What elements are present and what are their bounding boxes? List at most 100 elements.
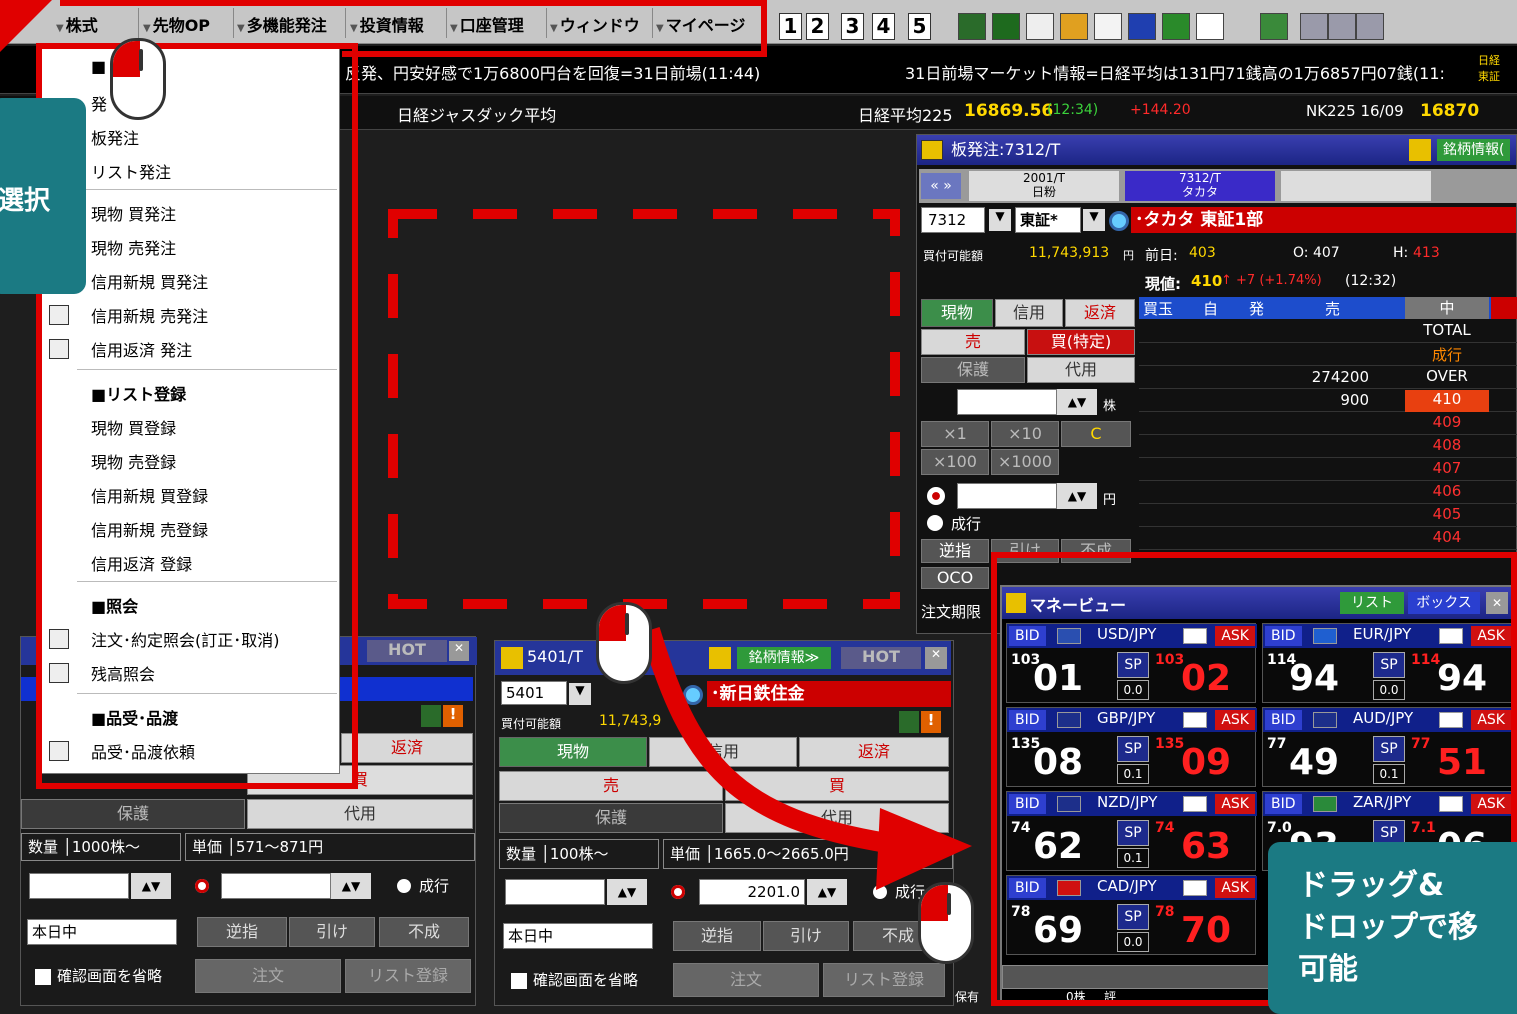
book-row[interactable]: 409 bbox=[1139, 413, 1517, 435]
order1-skip-checkbox[interactable] bbox=[35, 969, 51, 985]
order1-chart-icon[interactable] bbox=[421, 705, 441, 727]
order2-code-input[interactable]: 5401 bbox=[501, 681, 567, 705]
code-dropdown-icon[interactable]: ▼ bbox=[989, 209, 1011, 231]
order2-close-icon[interactable]: ✕ bbox=[925, 647, 947, 669]
oco-button[interactable]: OCO bbox=[921, 567, 989, 589]
order2-sell-button[interactable]: 売 bbox=[499, 771, 723, 801]
menu-multi-order[interactable]: ▼ 多機能発注 bbox=[237, 12, 327, 36]
menu-mypage[interactable]: ▼ マイページ bbox=[656, 12, 745, 36]
quantity-input[interactable] bbox=[957, 389, 1057, 415]
screen-5-button[interactable]: 5 bbox=[908, 13, 931, 40]
menu-item[interactable]: 現物 売登録 bbox=[91, 449, 176, 473]
sell-button[interactable]: 売 bbox=[921, 329, 1025, 355]
limit-radio[interactable] bbox=[927, 487, 945, 505]
menu-item[interactable]: 現物 買登録 bbox=[91, 415, 176, 439]
order2-hot-button[interactable]: HOT bbox=[841, 647, 921, 669]
window-icon[interactable] bbox=[1128, 13, 1156, 40]
menu-item[interactable]: 信用新規 売登録 bbox=[91, 517, 208, 541]
price-input[interactable] bbox=[957, 483, 1057, 509]
line2-icon[interactable] bbox=[1356, 13, 1384, 40]
tab-7312[interactable]: 7312/T タカタ bbox=[1125, 171, 1275, 201]
order2-skip-checkbox[interactable] bbox=[511, 973, 527, 989]
order2-search-icon[interactable] bbox=[683, 685, 703, 705]
book-row[interactable]: 成行 bbox=[1139, 344, 1517, 366]
menu-item[interactable]: 残高照会 bbox=[91, 661, 155, 685]
order1-market-radio[interactable] bbox=[397, 879, 411, 893]
menu-item[interactable]: 板発注 bbox=[91, 125, 139, 149]
line-icon[interactable] bbox=[1328, 13, 1356, 40]
order1-stop-button[interactable]: 逆指 bbox=[197, 917, 287, 947]
menu-investment-info[interactable]: ▼ 投資情報 bbox=[350, 12, 424, 36]
order2-price-stepper[interactable]: ▲▼ bbox=[807, 879, 847, 905]
menu-item[interactable]: 信用新規 買登録 bbox=[91, 483, 208, 507]
tab-genbutsu[interactable]: 現物 bbox=[921, 299, 993, 327]
fx-tile[interactable]: BID NZD/JPY ASK 74 62 SP 0.1 74 63 bbox=[1006, 791, 1257, 871]
tab-scroll-icon[interactable]: « » bbox=[921, 173, 961, 199]
menu-item[interactable]: 信用新規 買発注 bbox=[91, 269, 208, 293]
price-stepper[interactable]: ▲▼ bbox=[1057, 483, 1097, 509]
order1-fusei-button[interactable]: 不成 bbox=[379, 917, 469, 947]
screen-3-button[interactable]: 3 bbox=[841, 13, 864, 40]
print-icon[interactable] bbox=[1094, 13, 1122, 40]
daiyo-button[interactable]: 代用 bbox=[1027, 357, 1135, 383]
screen-4-button[interactable]: 4 bbox=[872, 13, 895, 40]
order1-qty-input[interactable] bbox=[29, 873, 129, 899]
order1-limit-radio[interactable] bbox=[195, 879, 209, 893]
book-row[interactable]: 408 bbox=[1139, 436, 1517, 458]
money-list-button[interactable]: リスト bbox=[1340, 592, 1404, 614]
screen-2-button[interactable]: 2 bbox=[806, 13, 829, 40]
info-icon[interactable] bbox=[1026, 13, 1054, 40]
order1-alert-icon[interactable]: ! bbox=[443, 705, 463, 727]
order2-daiyo-button[interactable]: 代用 bbox=[725, 803, 949, 833]
order2-submit-button[interactable]: 注文 bbox=[673, 963, 819, 997]
qty-x1000-button[interactable]: ×1000 bbox=[991, 449, 1059, 475]
hikike-button[interactable]: 引け bbox=[991, 539, 1059, 563]
fx-ask-big[interactable]: 51 bbox=[1437, 742, 1487, 783]
fx-bid-big[interactable]: 01 bbox=[1033, 658, 1083, 699]
money-title-bar[interactable]: マネービュー リスト ボックス ✕ bbox=[1002, 587, 1513, 619]
order2-price-input[interactable]: 2201.0 bbox=[699, 879, 805, 905]
order2-title-bar[interactable]: 5401/T 銘柄情報≫ HOT ✕ bbox=[495, 641, 951, 675]
fx-bid-big[interactable]: 94 bbox=[1289, 658, 1339, 699]
market-radio[interactable] bbox=[927, 515, 943, 531]
qty-x1-button[interactable]: ×1 bbox=[921, 421, 989, 447]
menu-window[interactable]: ▼ ウィンドウ bbox=[550, 12, 640, 36]
buy-tokutei-button[interactable]: 買(特定) bbox=[1027, 329, 1135, 355]
stock-code-input[interactable]: 7312 bbox=[921, 207, 985, 233]
order2-limit-radio[interactable] bbox=[671, 885, 685, 899]
order2-tab-hensai[interactable]: 返済 bbox=[799, 737, 949, 767]
menu-sakimono[interactable]: ▼ 先物OP bbox=[143, 12, 210, 36]
order2-expiry-select[interactable]: 本日中 bbox=[503, 923, 653, 949]
order1-hogo-button[interactable]: 保護 bbox=[21, 799, 245, 829]
menu-kabushiki[interactable]: ▼ 株式 bbox=[56, 12, 98, 36]
fx-bid-big[interactable]: 62 bbox=[1033, 826, 1083, 867]
font-icon[interactable] bbox=[1196, 13, 1224, 40]
order1-qty-stepper[interactable]: ▲▼ bbox=[131, 873, 171, 899]
fx-ask-big[interactable]: 09 bbox=[1181, 742, 1231, 783]
tab-shinyo[interactable]: 信用 bbox=[995, 299, 1063, 327]
order2-chart-icon[interactable] bbox=[899, 711, 919, 733]
book-row[interactable]: 406 bbox=[1139, 482, 1517, 504]
fx-bid-big[interactable]: 49 bbox=[1289, 742, 1339, 783]
book-row[interactable]: 407 bbox=[1139, 459, 1517, 481]
order2-stop-button[interactable]: 逆指 bbox=[673, 921, 761, 951]
fx-tile[interactable]: BID USD/JPY ASK 103 01 SP 0.0 103 02 bbox=[1006, 623, 1257, 703]
order1-price-input[interactable] bbox=[221, 873, 331, 899]
fx-ask-big[interactable]: 02 bbox=[1181, 658, 1231, 699]
book-row[interactable]: 900 410 bbox=[1139, 390, 1517, 412]
fx-bid-big[interactable]: 69 bbox=[1033, 910, 1083, 951]
qty-x10-button[interactable]: ×10 bbox=[991, 421, 1059, 447]
fx-tile[interactable]: BID GBP/JPY ASK 135 08 SP 0.1 135 09 bbox=[1006, 707, 1257, 787]
order1-close-icon[interactable]: ✕ bbox=[449, 641, 469, 661]
tab-hensai[interactable]: 返済 bbox=[1065, 299, 1135, 327]
qty-clear-button[interactable]: C bbox=[1061, 421, 1131, 447]
tab-empty[interactable] bbox=[1281, 171, 1431, 201]
rv-icon[interactable] bbox=[1260, 13, 1288, 40]
order1-expiry-select[interactable]: 本日中 bbox=[27, 919, 177, 945]
menu-item[interactable]: 現物 売発注 bbox=[91, 235, 176, 259]
market-dropdown-icon[interactable]: ▼ bbox=[1083, 209, 1105, 231]
order2-tab-genbutsu[interactable]: 現物 bbox=[499, 737, 647, 767]
order1-list-button[interactable]: リスト登録 bbox=[345, 959, 471, 993]
quantity-stepper[interactable]: ▲▼ bbox=[1057, 389, 1097, 415]
search-icon[interactable] bbox=[1109, 211, 1129, 231]
